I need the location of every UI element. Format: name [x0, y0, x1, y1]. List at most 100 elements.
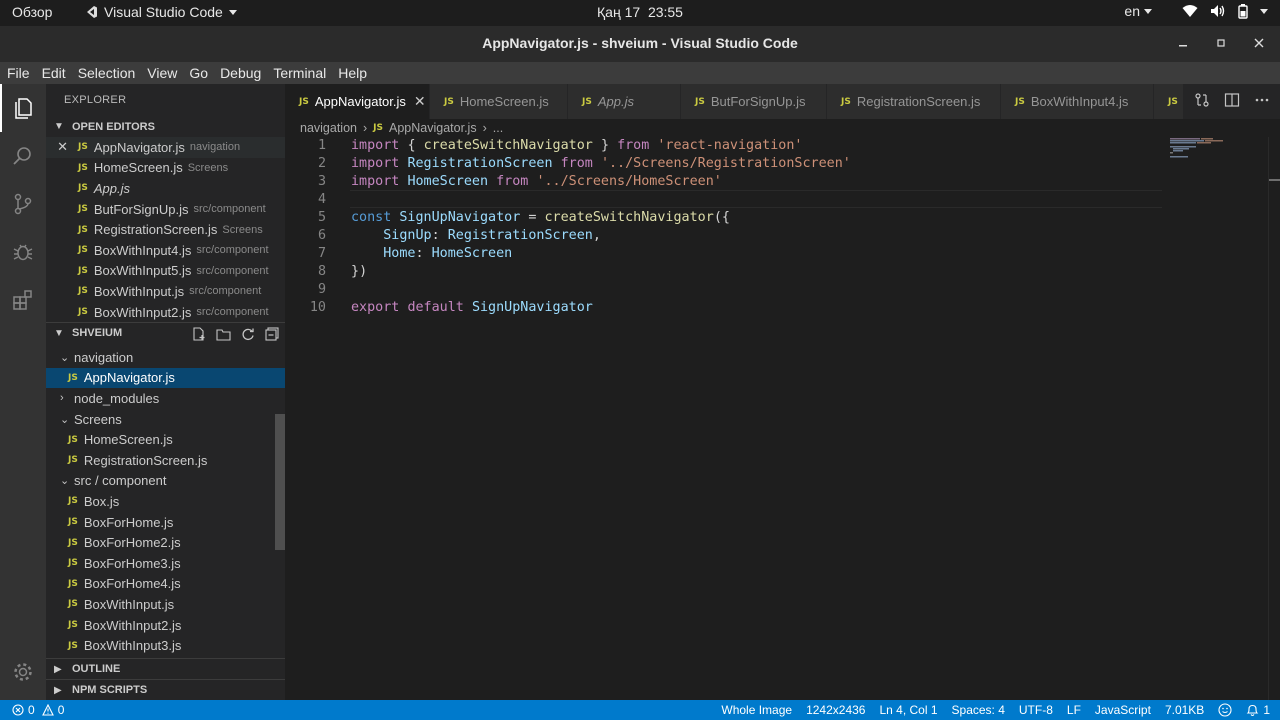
problems-indicator[interactable]: 0 0	[12, 703, 64, 717]
maximize-button[interactable]	[1210, 32, 1232, 54]
tree-file[interactable]: JS BoxForHome2.js	[46, 532, 285, 553]
status-indentation[interactable]: Spaces: 4	[952, 703, 1005, 717]
tab-overflow[interactable]: JS	[1154, 84, 1184, 119]
outline-label: OUTLINE	[72, 663, 121, 675]
tab-appnavigator[interactable]: JS AppNavigator.js ✕	[285, 84, 430, 119]
new-file-icon[interactable]	[192, 326, 206, 341]
close-window-button[interactable]	[1248, 32, 1270, 54]
system-menu-chevron-icon[interactable]	[1260, 8, 1268, 14]
app-menu[interactable]: Visual Studio Code	[84, 4, 237, 20]
menu-edit[interactable]: Edit	[41, 65, 67, 81]
tree-file[interactable]: JS BoxWithInput.js	[46, 594, 285, 615]
close-icon[interactable]: ✕	[414, 93, 426, 110]
battery-icon[interactable]	[1238, 3, 1248, 19]
tree-file[interactable]: JS BoxWithInput2.js	[46, 615, 285, 636]
menu-go[interactable]: Go	[188, 65, 209, 81]
tree-folder[interactable]: ⌄ navigation	[46, 347, 285, 368]
code-keyword: from	[496, 174, 529, 189]
wifi-icon[interactable]	[1182, 4, 1198, 18]
more-actions-icon[interactable]	[1254, 92, 1270, 108]
open-editor-item[interactable]: JS ButForSignUp.js src/component	[46, 199, 285, 220]
tab-boxwithinput4[interactable]: JS BoxWithInput4.js	[1001, 84, 1154, 119]
close-icon[interactable]: ✕	[46, 139, 78, 155]
project-header[interactable]: ▼ SHVEIUM	[46, 322, 285, 343]
code-line: import RegistrationScreen from '../Scree…	[351, 155, 851, 173]
clock-time[interactable]: 23:55	[648, 4, 683, 20]
language-selector[interactable]: en	[1124, 3, 1152, 19]
menu-debug[interactable]: Debug	[219, 65, 262, 81]
editor-scrollbar[interactable]	[1268, 137, 1280, 700]
debug-activity[interactable]	[0, 228, 46, 276]
js-file-icon: JS	[582, 96, 592, 107]
menu-file[interactable]: File	[6, 65, 31, 81]
open-editor-item[interactable]: JS BoxWithInput2.js src/component	[46, 302, 285, 323]
tree-file[interactable]: JS HomeScreen.js	[46, 429, 285, 450]
code-editor[interactable]: 1 2 3 4 5 6 7 8 9 10 import { createSwit…	[285, 137, 1165, 697]
volume-icon[interactable]	[1210, 4, 1226, 18]
open-changes-icon[interactable]	[1194, 92, 1210, 108]
feedback-icon[interactable]	[1218, 703, 1232, 717]
split-editor-icon[interactable]	[1224, 92, 1240, 108]
tree-folder[interactable]: ⌄ src / component	[46, 471, 285, 492]
open-editor-name: BoxWithInput4.js	[93, 242, 192, 258]
search-activity[interactable]	[0, 132, 46, 180]
chevron-right-icon: ›	[482, 121, 487, 135]
status-eol[interactable]: LF	[1067, 703, 1081, 717]
outline-header[interactable]: ▶ OUTLINE	[46, 658, 285, 679]
status-image-size[interactable]: 1242x2436	[806, 703, 865, 717]
js-file-icon: JS	[78, 286, 88, 297]
tab-butforsignup[interactable]: JS ButForSignUp.js	[681, 84, 827, 119]
source-control-activity[interactable]	[0, 180, 46, 228]
tree-folder[interactable]: › node_modules	[46, 388, 285, 409]
refresh-icon[interactable]	[241, 327, 255, 341]
tree-file[interactable]: JS BoxWithInput3.js	[46, 635, 285, 656]
open-editor-item[interactable]: JS BoxWithInput4.js src/component	[46, 240, 285, 261]
tree-file[interactable]: JS Box.js	[46, 491, 285, 512]
breadcrumb-symbol[interactable]: ...	[493, 121, 503, 135]
tree-file[interactable]: JS BoxForHome3.js	[46, 553, 285, 574]
new-folder-icon[interactable]	[216, 327, 231, 341]
manage-activity[interactable]	[0, 648, 46, 696]
explorer-activity[interactable]	[0, 84, 46, 132]
collapse-all-icon[interactable]	[265, 326, 279, 341]
open-editor-name: HomeScreen.js	[93, 160, 183, 176]
minimize-button[interactable]	[1172, 32, 1194, 54]
tree-file[interactable]: JS RegistrationScreen.js	[46, 450, 285, 471]
tree-file[interactable]: JS BoxForHome4.js	[46, 574, 285, 595]
status-cursor-position[interactable]: Ln 4, Col 1	[879, 703, 937, 717]
menu-terminal[interactable]: Terminal	[272, 65, 327, 81]
minimap[interactable]	[1168, 137, 1268, 177]
open-editor-item[interactable]: JS HomeScreen.js Screens	[46, 158, 285, 179]
extensions-activity[interactable]	[0, 276, 46, 324]
open-editors-header[interactable]: ▼ OPEN EDITORS	[46, 116, 285, 137]
open-editor-item[interactable]: JS BoxWithInput5.js src/component	[46, 261, 285, 282]
menu-view[interactable]: View	[146, 65, 178, 81]
npm-scripts-header[interactable]: ▶ NPM SCRIPTS	[46, 679, 285, 700]
open-editor-item[interactable]: JS RegistrationScreen.js Screens	[46, 219, 285, 240]
breadcrumb-folder[interactable]: navigation	[300, 121, 357, 135]
open-editor-item[interactable]: JS BoxWithInput.js src/component	[46, 281, 285, 302]
status-image-fit[interactable]: Whole Image	[721, 703, 792, 717]
breadcrumb-file[interactable]: AppNavigator.js	[389, 121, 477, 135]
tab-registrationscreen[interactable]: JS RegistrationScreen.js	[827, 84, 1001, 119]
activities-button[interactable]: Обзор	[12, 4, 52, 20]
tree-file-name: HomeScreen.js	[83, 432, 173, 448]
tree-folder[interactable]: ⌄ Screens	[46, 409, 285, 430]
open-editor-item[interactable]: ✕ JS AppNavigator.js navigation	[46, 137, 285, 158]
tab-homescreen[interactable]: JS HomeScreen.js	[430, 84, 568, 119]
status-file-size[interactable]: 7.01KB	[1165, 703, 1204, 717]
sidebar-scrollbar[interactable]	[275, 414, 285, 550]
status-language[interactable]: JavaScript	[1095, 703, 1151, 717]
menu-bar: File Edit Selection View Go Debug Termin…	[0, 62, 1280, 84]
clock-date[interactable]: Қаң 17	[597, 4, 640, 20]
status-encoding[interactable]: UTF-8	[1019, 703, 1053, 717]
js-file-icon: JS	[68, 496, 78, 507]
open-editor-item[interactable]: JS App.js	[46, 178, 285, 199]
tab-app[interactable]: JS App.js	[568, 84, 681, 119]
notifications[interactable]: 1	[1246, 703, 1270, 717]
explorer-sidebar: EXPLORER ▼ OPEN EDITORS ✕ JS AppNavigato…	[46, 84, 285, 700]
menu-selection[interactable]: Selection	[77, 65, 137, 81]
tree-file[interactable]: JS BoxForHome.js	[46, 512, 285, 533]
menu-help[interactable]: Help	[337, 65, 368, 81]
tree-file[interactable]: JS AppNavigator.js	[46, 367, 285, 389]
